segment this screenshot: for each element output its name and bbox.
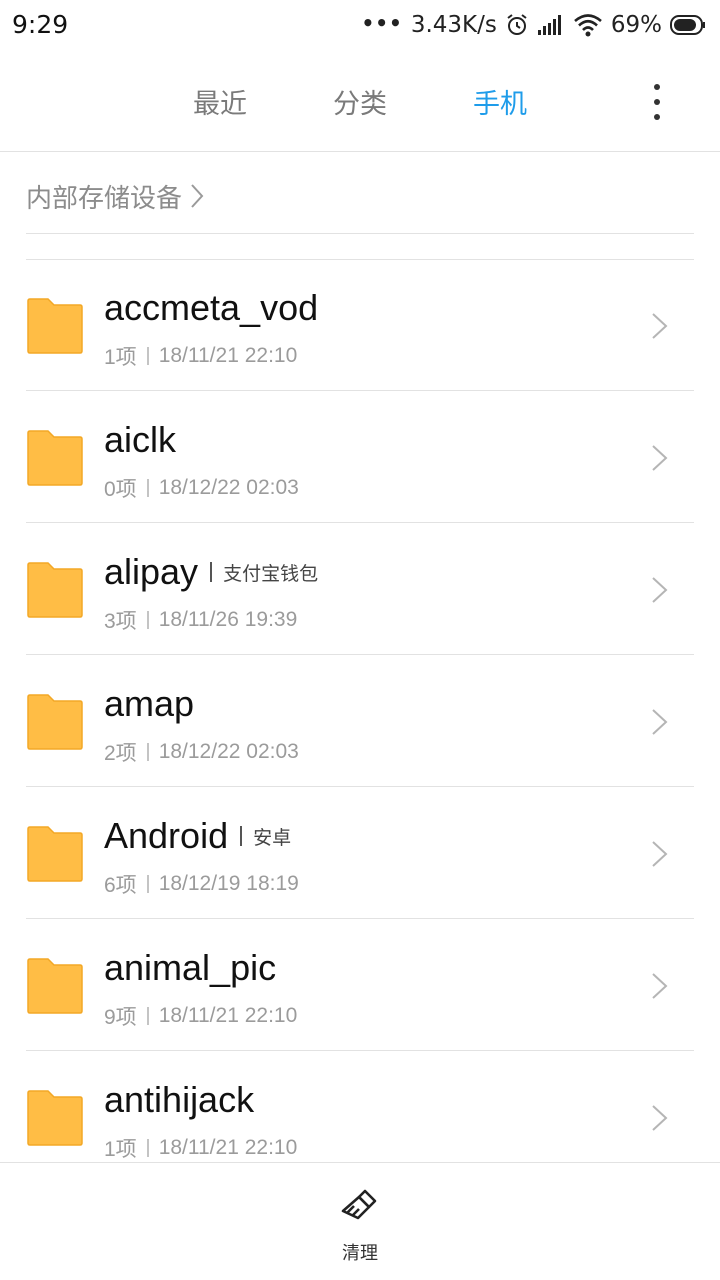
tab-category[interactable]: 分类 bbox=[305, 82, 415, 121]
folder-icon bbox=[26, 825, 84, 883]
chevron-right-icon bbox=[650, 707, 670, 741]
status-time: 9:29 bbox=[12, 10, 69, 39]
battery-level: 69% bbox=[610, 12, 662, 38]
folder-item-count: 1项 bbox=[104, 1138, 137, 1161]
tab-bar: 最近 分类 手机 bbox=[0, 52, 720, 152]
chevron-right-icon bbox=[650, 311, 670, 345]
folder-date: 18/11/21 22:10 bbox=[158, 344, 298, 367]
folder-row[interactable]: animal_pic 9项 18/11/21 22:10 bbox=[0, 919, 720, 1051]
meta-separator bbox=[146, 743, 149, 761]
folder-icon bbox=[26, 693, 84, 751]
folder-icon bbox=[26, 1089, 84, 1147]
clean-label: 清理 bbox=[342, 1243, 378, 1264]
meta-separator bbox=[146, 611, 149, 629]
folder-item-count: 1项 bbox=[104, 346, 137, 369]
more-dot-icon bbox=[654, 99, 660, 105]
folder-row[interactable]: accmeta_vod 1项 18/11/21 22:10 bbox=[0, 259, 720, 391]
battery-icon bbox=[670, 14, 706, 36]
folder-name: accmeta_vod bbox=[104, 287, 319, 328]
chevron-right-icon bbox=[190, 183, 204, 213]
clean-button[interactable]: 清理 bbox=[320, 1187, 400, 1267]
folder-item-count: 9项 bbox=[104, 1006, 137, 1029]
folder-alias: 支付宝钱包 bbox=[223, 562, 319, 585]
folder-row[interactable]: Android 安卓 6项 18/12/19 18:19 bbox=[0, 787, 720, 919]
folder-name: antihijack bbox=[104, 1079, 255, 1120]
folder-name: alipay bbox=[104, 551, 199, 592]
folder-row[interactable]: amap 2项 18/12/22 02:03 bbox=[0, 655, 720, 787]
meta-separator bbox=[146, 479, 149, 497]
folder-date: 18/11/26 19:39 bbox=[158, 608, 298, 631]
folder-list: accmeta_vod 1项 18/11/21 22:10 aiclk 0项 18/… bbox=[0, 259, 720, 1183]
folder-name: amap bbox=[104, 683, 195, 724]
more-dot-icon bbox=[654, 114, 660, 120]
folder-icon bbox=[26, 297, 84, 355]
tab-recent[interactable]: 最近 bbox=[165, 82, 275, 121]
chevron-right-icon bbox=[650, 839, 670, 873]
folder-item-count: 0项 bbox=[104, 478, 137, 501]
signal-icon bbox=[537, 14, 565, 36]
notification-dots: ••• bbox=[361, 11, 403, 35]
folder-date: 18/12/19 18:19 bbox=[158, 872, 299, 895]
folder-date: 18/12/22 02:03 bbox=[158, 740, 299, 763]
alias-separator bbox=[210, 562, 213, 582]
folder-item-count: 6项 bbox=[104, 874, 137, 897]
meta-separator bbox=[146, 1139, 149, 1157]
folder-date: 18/12/22 02:03 bbox=[158, 476, 299, 499]
folder-alias: 安卓 bbox=[253, 826, 292, 849]
chevron-right-icon bbox=[650, 971, 670, 1005]
chevron-right-icon bbox=[650, 1103, 670, 1137]
folder-icon bbox=[26, 957, 84, 1015]
chevron-right-icon bbox=[650, 575, 670, 609]
chevron-right-icon bbox=[650, 443, 670, 477]
folder-icon bbox=[26, 561, 84, 619]
folder-row[interactable]: alipay 支付宝钱包 3项 18/11/26 19:39 bbox=[0, 523, 720, 655]
folder-name: aiclk bbox=[104, 419, 177, 460]
meta-separator bbox=[146, 875, 149, 893]
meta-separator bbox=[146, 347, 149, 365]
status-indicators: ••• 3.43K/s 69% bbox=[361, 9, 706, 41]
folder-item-count: 3项 bbox=[104, 610, 137, 633]
folder-name: animal_pic bbox=[104, 947, 277, 988]
status-bar: 9:29 ••• 3.43K/s 69% bbox=[0, 0, 720, 52]
folder-name: Android bbox=[104, 815, 229, 856]
alarm-icon bbox=[505, 13, 529, 37]
folder-icon bbox=[26, 429, 84, 487]
more-dot-icon bbox=[654, 84, 660, 90]
folder-row[interactable]: aiclk 0项 18/12/22 02:03 bbox=[0, 391, 720, 523]
tab-phone[interactable]: 手机 bbox=[445, 82, 555, 121]
breadcrumb[interactable]: 内部存储设备 bbox=[26, 160, 694, 234]
more-options-button[interactable] bbox=[642, 80, 672, 124]
wifi-icon bbox=[573, 13, 603, 37]
meta-separator bbox=[146, 1007, 149, 1025]
broom-icon bbox=[338, 1187, 382, 1231]
network-speed: 3.43K/s bbox=[410, 12, 497, 38]
breadcrumb-internal-storage[interactable]: 内部存储设备 bbox=[26, 178, 182, 215]
folder-date: 18/11/21 22:10 bbox=[158, 1004, 298, 1027]
folder-item-count: 2项 bbox=[104, 742, 137, 765]
folder-date: 18/11/21 22:10 bbox=[158, 1136, 298, 1159]
bottom-action-bar: 清理 bbox=[0, 1162, 720, 1280]
alias-separator bbox=[240, 826, 243, 846]
